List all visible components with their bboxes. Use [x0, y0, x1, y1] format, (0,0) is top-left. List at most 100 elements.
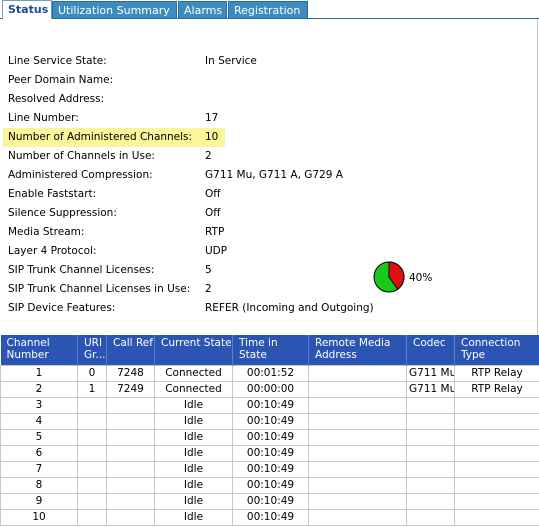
cell-codec: [406, 413, 455, 430]
table-row[interactable]: 2 1 7249 Connected 00:00:00 G711 Mu RTP Relay: [0, 381, 539, 398]
cell-connection-type: RTP Relay: [454, 365, 539, 382]
cell-call-ref: [106, 461, 155, 478]
tab-registration[interactable]: Registration: [228, 1, 308, 18]
info-value: Off: [205, 188, 221, 200]
cell-remote-media-address: [308, 365, 407, 382]
info-value: REFER (Incoming and Outgoing): [205, 302, 374, 314]
cell-remote-media-address: [308, 397, 407, 414]
col-header-connection-type[interactable]: Connection Type: [454, 335, 539, 366]
cell-channel-number: 2: [0, 381, 78, 398]
table-row[interactable]: 3 Idle 00:10:49: [0, 397, 539, 414]
table-row[interactable]: 1 0 7248 Connected 00:01:52 G711 Mu RTP Relay: [0, 365, 539, 382]
cell-current-state: Idle: [154, 461, 233, 478]
cell-connection-type: [454, 445, 539, 462]
table-row[interactable]: 5 Idle 00:10:49: [0, 429, 539, 446]
cell-time-in-state: 00:01:52: [232, 365, 309, 382]
cell-channel-number: 10: [0, 509, 78, 526]
cell-uri-group: [77, 429, 107, 446]
info-row: Number of Administered Channels: 10: [8, 128, 508, 146]
tab-alarms[interactable]: Alarms: [178, 1, 227, 18]
info-label: Resolved Address:: [8, 93, 105, 105]
col-header-time-in-state[interactable]: Time in State: [232, 335, 309, 366]
info-label: SIP Trunk Channel Licenses:: [8, 264, 155, 276]
channel-table-container: Channel Number URI Gr... Call Ref Curren…: [0, 335, 539, 526]
cell-current-state: Connected: [154, 365, 233, 382]
info-row: Resolved Address:: [8, 90, 508, 108]
cell-time-in-state: 00:10:49: [232, 509, 309, 526]
col-header-channel-number[interactable]: Channel Number: [0, 335, 78, 366]
info-value: UDP: [205, 245, 228, 257]
info-label: Number of Administered Channels:: [8, 131, 193, 143]
cell-connection-type: RTP Relay: [454, 381, 539, 398]
cell-codec: [406, 445, 455, 462]
cell-time-in-state: 00:10:49: [232, 461, 309, 478]
info-value: 10: [205, 131, 219, 143]
cell-call-ref: [106, 477, 155, 494]
cell-channel-number: 7: [0, 461, 78, 478]
cell-connection-type: [454, 477, 539, 494]
tab-bar: Status Utilization Summary Alarms Regist…: [0, 0, 539, 19]
col-header-uri-group[interactable]: URI Gr...: [77, 335, 107, 366]
cell-time-in-state: 00:10:49: [232, 477, 309, 494]
info-label: Media Stream:: [8, 226, 85, 238]
cell-codec: [406, 429, 455, 446]
info-label: SIP Trunk Channel Licenses in Use:: [8, 283, 191, 295]
cell-codec: G711 Mu: [406, 381, 455, 398]
info-row: SIP Trunk Channel Licenses in Use: 2: [8, 280, 508, 298]
cell-remote-media-address: [308, 477, 407, 494]
cell-call-ref: 7249: [106, 381, 155, 398]
info-row: Media Stream: RTP: [8, 223, 508, 241]
usage-percent-label: 40%: [409, 272, 433, 284]
info-label: Line Service State:: [8, 55, 107, 67]
cell-time-in-state: 00:10:49: [232, 429, 309, 446]
info-row: Enable Faststart: Off: [8, 185, 508, 203]
cell-uri-group: 0: [77, 365, 107, 382]
col-header-codec[interactable]: Codec: [406, 335, 455, 366]
table-row[interactable]: 7 Idle 00:10:49: [0, 461, 539, 478]
table-row[interactable]: 9 Idle 00:10:49: [0, 493, 539, 510]
tab-utilization-summary[interactable]: Utilization Summary: [52, 1, 177, 18]
info-label: Administered Compression:: [8, 169, 153, 181]
cell-remote-media-address: [308, 493, 407, 510]
table-header-row: Channel Number URI Gr... Call Ref Curren…: [0, 335, 539, 366]
col-header-remote-media-address[interactable]: Remote Media Address: [308, 335, 407, 366]
table-row[interactable]: 6 Idle 00:10:49: [0, 445, 539, 462]
cell-current-state: Idle: [154, 477, 233, 494]
cell-time-in-state: 00:10:49: [232, 493, 309, 510]
cell-time-in-state: 00:10:49: [232, 413, 309, 430]
channel-usage-pie-chart: [373, 261, 405, 293]
tab-status[interactable]: Status: [2, 0, 52, 19]
info-label: Number of Channels in Use:: [8, 150, 155, 162]
info-value: In Service: [205, 55, 257, 67]
cell-codec: [406, 477, 455, 494]
col-header-current-state[interactable]: Current State: [154, 335, 233, 366]
cell-remote-media-address: [308, 461, 407, 478]
cell-uri-group: 1: [77, 381, 107, 398]
info-row: Number of Channels in Use: 2: [8, 147, 508, 165]
info-label: Line Number:: [8, 112, 79, 124]
cell-uri-group: [77, 493, 107, 510]
table-row[interactable]: 8 Idle 00:10:49: [0, 477, 539, 494]
cell-remote-media-address: [308, 509, 407, 526]
cell-uri-group: [77, 413, 107, 430]
info-value: 2: [205, 283, 212, 295]
cell-channel-number: 4: [0, 413, 78, 430]
cell-time-in-state: 00:10:49: [232, 397, 309, 414]
info-label: SIP Device Features:: [8, 302, 116, 314]
cell-current-state: Idle: [154, 509, 233, 526]
channel-table: Channel Number URI Gr... Call Ref Curren…: [0, 335, 539, 526]
cell-time-in-state: 00:10:49: [232, 445, 309, 462]
info-row: Administered Compression: G711 Mu, G711 A…: [8, 166, 508, 184]
cell-connection-type: [454, 461, 539, 478]
cell-remote-media-address: [308, 381, 407, 398]
col-header-call-ref[interactable]: Call Ref: [106, 335, 155, 366]
info-value: 2: [205, 150, 212, 162]
info-label: Layer 4 Protocol:: [8, 245, 97, 257]
cell-channel-number: 5: [0, 429, 78, 446]
table-row[interactable]: 4 Idle 00:10:49: [0, 413, 539, 430]
cell-channel-number: 8: [0, 477, 78, 494]
info-label: Silence Suppression:: [8, 207, 117, 219]
cell-call-ref: [106, 509, 155, 526]
info-value: RTP: [205, 226, 225, 238]
table-row[interactable]: 10 Idle 00:10:49: [0, 509, 539, 526]
